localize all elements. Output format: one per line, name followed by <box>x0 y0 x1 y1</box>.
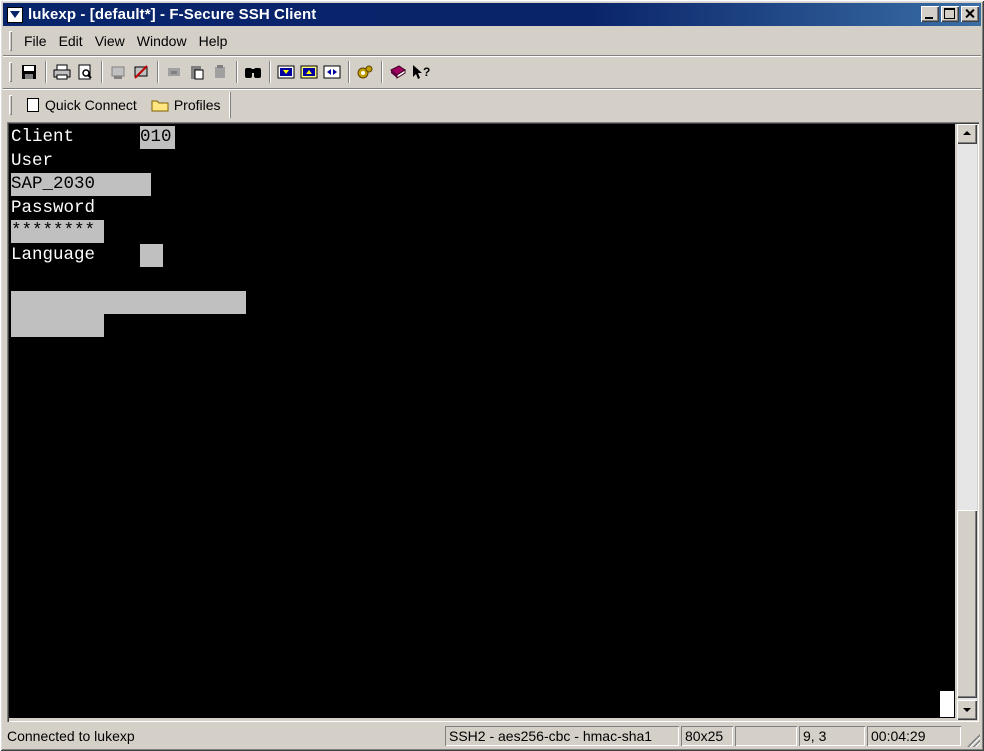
language-label: Language <box>11 245 96 265</box>
status-elapsed-time: 00:04:29 <box>867 726 961 746</box>
status-bar: Connected to lukexp SSH2 - aes256-cbc - … <box>3 725 981 748</box>
app-icon[interactable] <box>7 6 23 23</box>
menu-edit[interactable]: Edit <box>53 33 89 49</box>
close-button[interactable] <box>961 6 979 22</box>
toolbar: ? <box>3 55 981 88</box>
resize-grip[interactable] <box>967 734 980 747</box>
status-cipher: SSH2 - aes256-cbc - hmac-sha1 <box>445 726 679 746</box>
app-window: lukexp - [default*] - F-Secure SSH Clien… <box>0 0 984 751</box>
upload-icon[interactable] <box>298 61 320 83</box>
toolbar-separator <box>381 61 383 83</box>
status-connection: Connected to lukexp <box>7 728 135 744</box>
menu-help[interactable]: Help <box>193 33 234 49</box>
window-title: lukexp - [default*] - F-Secure SSH Clien… <box>28 6 317 23</box>
menu-view[interactable]: View <box>89 33 131 49</box>
client-label: Client <box>11 127 75 147</box>
toolbar-separator <box>101 61 103 83</box>
scroll-up-button[interactable] <box>957 124 977 144</box>
vertical-scrollbar[interactable] <box>957 124 977 720</box>
svg-text:?: ? <box>423 65 430 79</box>
password-label: Password <box>11 198 96 218</box>
toolbar-grip[interactable] <box>9 62 12 82</box>
save-icon[interactable] <box>18 61 40 83</box>
menu-window[interactable]: Window <box>131 33 193 49</box>
profiles-label: Profiles <box>173 96 221 113</box>
status-empty <box>735 726 797 746</box>
scroll-thumb[interactable] <box>957 510 977 698</box>
transfer-icon[interactable] <box>321 61 343 83</box>
menu-file[interactable]: File <box>18 33 53 49</box>
folder-icon <box>151 100 169 111</box>
status-cursor-position: 9, 3 <box>799 726 865 746</box>
cut-icon[interactable] <box>163 61 185 83</box>
document-icon <box>27 97 39 112</box>
user-label: User <box>11 151 54 171</box>
menu-bar: File Edit View Window Help <box>3 28 981 53</box>
connect-icon[interactable] <box>130 61 152 83</box>
quickbar-grip[interactable] <box>9 95 12 115</box>
context-help-icon[interactable]: ? <box>410 61 432 83</box>
scroll-down-button[interactable] <box>957 700 977 720</box>
copy-icon[interactable] <box>209 61 231 83</box>
user-field[interactable]: SAP_2030 <box>11 173 151 196</box>
toolbar-separator <box>348 61 350 83</box>
menu-grip[interactable] <box>9 31 12 51</box>
help-book-icon[interactable] <box>387 61 409 83</box>
settings-icon[interactable] <box>354 61 376 83</box>
download-icon[interactable] <box>275 61 297 83</box>
print-icon[interactable] <box>51 61 73 83</box>
quick-connect-bar: Quick Connect Profiles <box>3 88 981 120</box>
caption-buttons <box>919 6 979 22</box>
password-field[interactable]: ******** <box>11 220 104 243</box>
toolbar-separator <box>236 61 238 83</box>
blank-input-field[interactable] <box>11 291 246 314</box>
title-bar[interactable]: lukexp - [default*] - F-Secure SSH Clien… <box>3 3 981 26</box>
status-terminal-size: 80x25 <box>681 726 733 746</box>
client-field[interactable]: 010 <box>140 126 175 149</box>
language-field[interactable] <box>140 244 163 267</box>
terminal-cursor <box>940 691 954 717</box>
blank-input-field[interactable] <box>11 314 104 337</box>
minimize-button[interactable] <box>921 6 939 22</box>
terminal-screen[interactable]: Client 010 User SAP_2030 Password ******… <box>9 124 955 718</box>
quick-connect-group: Quick Connect Profiles <box>3 92 231 118</box>
print-preview-icon[interactable] <box>74 61 96 83</box>
disconnect-icon[interactable] <box>107 61 129 83</box>
toolbar-separator <box>45 61 47 83</box>
paste-icon[interactable] <box>186 61 208 83</box>
quick-connect-label: Quick Connect <box>45 96 137 113</box>
toolbar-separator <box>269 61 271 83</box>
find-icon[interactable] <box>242 61 264 83</box>
toolbar-separator <box>157 61 159 83</box>
maximize-button[interactable] <box>941 6 959 22</box>
profiles-button[interactable]: Profiles <box>151 97 221 113</box>
quick-connect-button[interactable]: Quick Connect <box>26 97 137 113</box>
